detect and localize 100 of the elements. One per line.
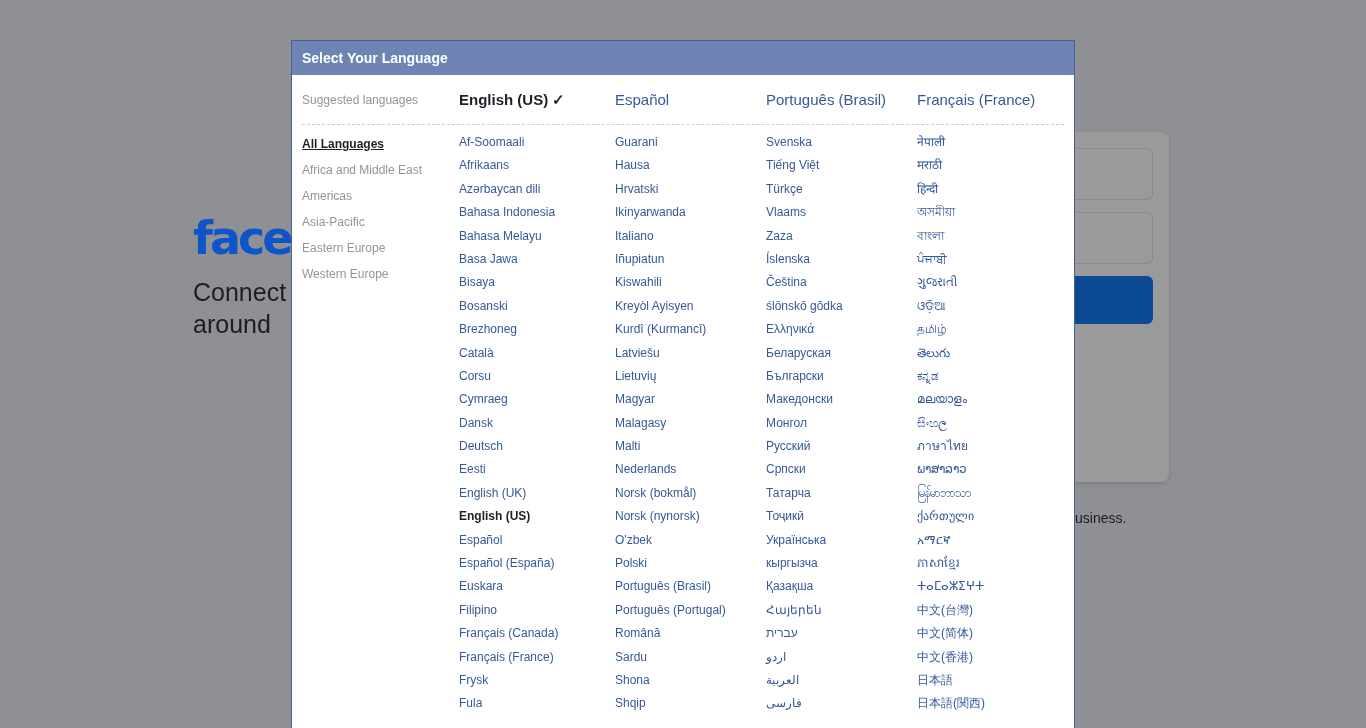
language-link[interactable]: Kreyòl Ayisyen [615,294,694,319]
language-link[interactable]: বাংলা [917,224,944,248]
language-link[interactable]: অসমীয়া [917,201,955,225]
language-link[interactable]: Bisaya [459,271,496,295]
language-link[interactable]: Bahasa Indonesia [459,201,556,225]
language-link[interactable]: తెలుగు [917,341,950,365]
language-link[interactable]: नेपाली [917,131,945,155]
language-link[interactable]: Тоҷикӣ [766,505,804,529]
language-link[interactable]: Kurdî (Kurmancî) [615,318,707,342]
language-link[interactable]: ಕನ್ನಡ [917,364,939,389]
language-link[interactable]: Português (Brasil) [766,91,887,108]
language-link[interactable]: English (UK) [459,481,527,506]
language-link[interactable]: Kiswahili [615,271,662,295]
language-link[interactable]: Français (France) [917,91,1036,108]
login-button[interactable] [1075,276,1153,324]
language-link[interactable]: Latviešu [615,341,660,365]
language-link[interactable]: Монгол [766,411,807,436]
language-link[interactable]: Guarani [615,131,658,155]
language-link[interactable]: Italiano [615,224,654,248]
language-link[interactable]: Filipino [459,598,497,623]
language-link[interactable]: Македонски [766,388,833,412]
language-link[interactable]: Zaza [766,224,793,248]
language-link[interactable]: Français (France) [459,645,554,669]
language-link[interactable]: Dansk [459,411,493,436]
language-link[interactable]: Français (Canada) [459,622,559,646]
language-link[interactable]: Bahasa Melayu [459,224,542,248]
language-link[interactable]: 中文(简体) [917,622,973,646]
language-link[interactable]: Fula [459,692,483,716]
language-link[interactable]: Norsk (nynorsk) [615,505,700,529]
language-link[interactable]: Беларуская [766,341,831,365]
language-link[interactable]: Deutsch [459,435,504,459]
language-link[interactable]: Afrikaans [459,154,510,178]
language-link[interactable]: Español [459,528,503,553]
language-link[interactable]: Íslenska [766,247,811,272]
language-link[interactable]: Română [615,622,661,646]
region-tab[interactable]: All Languages [302,131,384,157]
language-link[interactable]: العربية [766,669,799,693]
language-link[interactable]: Svenska [766,131,813,155]
language-link[interactable]: Čeština [766,271,807,295]
language-link[interactable]: Cymraeg [459,388,508,412]
language-link[interactable]: 日本語(関西) [917,692,985,716]
language-link[interactable]: አማርኛ [917,528,951,553]
language-link[interactable]: Azərbaycan dili [459,177,541,202]
language-link[interactable]: עברית [766,622,798,646]
language-link[interactable]: 中文(香港) [917,645,973,669]
language-link[interactable]: ภาษาไทย [917,435,968,459]
language-link[interactable]: Vlaams [766,201,806,225]
language-link[interactable]: Українська [766,528,827,553]
language-link[interactable]: Basa Jawa [459,247,518,272]
language-link[interactable]: ગુજરાતી [917,271,957,295]
language-link[interactable]: Shona [615,669,650,693]
language-link[interactable]: فارسی [766,692,802,716]
language-link[interactable]: ਪੰਜਾਬੀ [917,247,947,272]
language-link[interactable]: اردو [766,645,786,669]
language-link[interactable]: ქართული [917,505,974,529]
language-link[interactable]: Norsk (bokmål) [615,481,697,506]
language-link[interactable]: O'zbek [615,528,652,553]
language-link[interactable]: Español (España) [459,552,555,576]
language-link[interactable]: हिन्दी [917,177,938,202]
language-link[interactable]: മലയാളം [917,388,967,412]
language-link[interactable]: Bosanski [459,294,508,319]
language-link[interactable]: Português (Brasil) [615,575,712,599]
language-link[interactable]: Español [615,91,670,108]
language-link[interactable]: தமிழ் [917,318,947,342]
language-link[interactable]: Српски [766,458,806,482]
language-link[interactable]: Български [766,364,824,389]
language-link[interactable]: English (US) [459,505,531,529]
language-link[interactable]: Tiếng Việt [766,154,820,178]
language-link[interactable]: Lietuvių [615,364,657,389]
language-link[interactable]: Hrvatski [615,177,659,202]
language-link[interactable]: မြန်မာဘာသာ [917,481,971,506]
language-link[interactable]: Brezhoneg [459,318,518,342]
language-link[interactable]: ⵜⴰⵎⴰⵣⵉⵖⵜ [917,575,984,599]
language-link[interactable]: ភាសាខ្មែរ [917,552,960,576]
language-link[interactable]: ଓଡ଼ିଆ [917,294,946,319]
language-link[interactable]: Corsu [459,364,491,389]
language-link[interactable]: Euskara [459,575,504,599]
language-link[interactable]: Frysk [459,669,489,693]
language-link[interactable]: 中文(台灣) [917,598,973,623]
language-link[interactable]: Русский [766,435,811,459]
language-link[interactable]: Ελληνικά [766,318,815,342]
language-link[interactable]: Português (Portugal) [615,598,726,623]
language-link[interactable]: Malagasy [615,411,667,436]
language-link[interactable]: Af-Soomaali [459,131,525,155]
language-link[interactable]: 日本語 [917,669,953,693]
language-link[interactable]: Shqip [615,692,646,716]
language-link[interactable]: Sardu [615,645,648,669]
language-link[interactable]: Nederlands [615,458,677,482]
language-link[interactable]: Қазақша [766,575,814,599]
language-link[interactable]: Malti [615,435,641,459]
language-link[interactable]: Հայերեն [766,598,822,623]
language-link[interactable]: Magyar [615,388,655,412]
language-link[interactable]: ພາສາລາວ [917,458,967,482]
language-link[interactable]: Iñupiatun [615,247,665,272]
language-link[interactable]: मराठी [917,154,942,178]
language-link[interactable]: Ikinyarwanda [615,201,686,225]
language-link[interactable]: Català [459,341,494,365]
language-link[interactable]: кыргызча [766,552,818,576]
language-link[interactable]: English (US) ✓ [459,91,566,108]
language-link[interactable]: සිංහල [917,411,947,436]
